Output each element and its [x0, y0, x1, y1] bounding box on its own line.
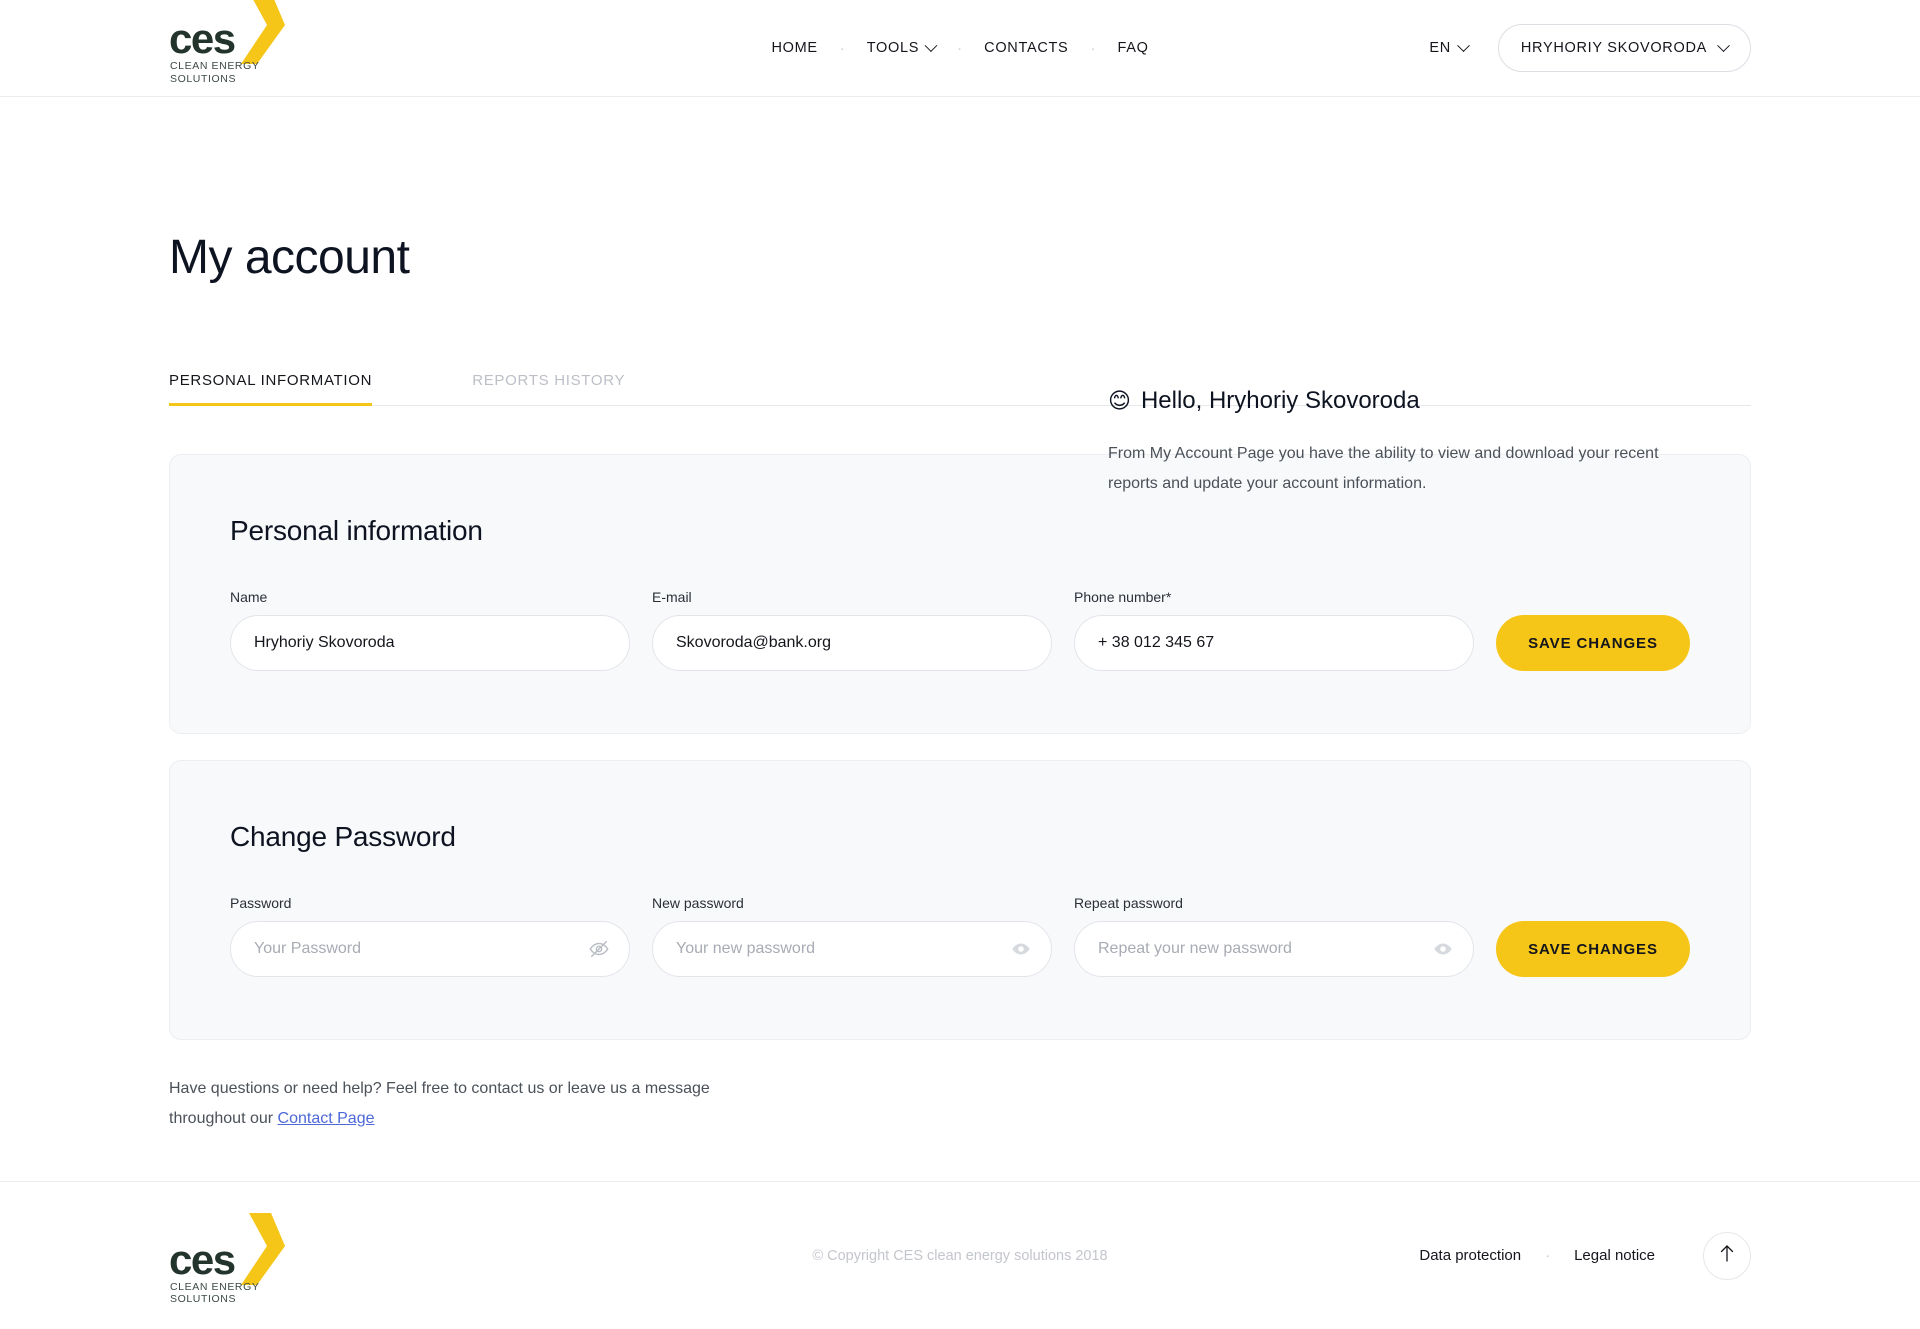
nav-separator: · — [839, 39, 845, 57]
tab-personal-information[interactable]: PERSONAL INFORMATION — [169, 372, 373, 406]
greeting-text: Hello, Hryhoriy Skovoroda — [1140, 387, 1420, 414]
footer-logo-tagline-line2: SOLUTIONS — [170, 1293, 237, 1305]
logo-wordmark: ces — [169, 15, 236, 62]
nav-item-faq-label: FAQ — [1117, 40, 1149, 56]
scroll-to-top-button[interactable] — [1703, 1231, 1751, 1280]
language-selector-label: EN — [1429, 40, 1451, 56]
nav-item-tools-label: TOOLS — [866, 40, 920, 56]
change-password-title: Change Password — [230, 821, 456, 852]
footer-logo-tagline-line1: CLEAN ENERGY — [170, 1280, 260, 1293]
page-title: My account — [169, 231, 410, 284]
phone-field-group: Phone number* — [1074, 589, 1474, 671]
repeat-password-label: Repeat password — [1074, 895, 1183, 911]
footer-link-data-protection[interactable]: Data protection — [1419, 1247, 1521, 1264]
email-field-label: E-mail — [652, 589, 692, 605]
greeting-heading: 😊 Hello, Hryhoriy Skovoroda — [1108, 385, 1708, 417]
repeat-password-field-group: Repeat password — [1074, 895, 1474, 977]
chevron-down-icon — [1457, 38, 1470, 52]
logo-tagline-line2: SOLUTIONS — [170, 72, 237, 85]
nav-item-tools[interactable]: TOOLS — [851, 38, 951, 56]
personal-information-title: Personal information — [230, 515, 483, 546]
user-menu-button[interactable]: HRYHORIY SKOVORODA — [1497, 24, 1751, 72]
page-root: ces CLEAN ENERGY SOLUTIONS HOME · TOOLS — [0, 0, 1920, 1329]
name-field-group: Name — [230, 589, 630, 671]
logo-chevron-icon — [241, 0, 287, 69]
footer-logo-tagline: CLEAN ENERGY SOLUTIONS — [170, 1281, 259, 1306]
current-password-input[interactable] — [230, 921, 630, 977]
logo-tagline-line1: CLEAN ENERGY — [170, 60, 260, 72]
new-password-input-wrap — [652, 921, 1052, 977]
phone-input-wrap — [1074, 615, 1474, 671]
nav-item-home[interactable]: HOME — [755, 40, 833, 56]
nav-item-faq[interactable]: FAQ — [1101, 40, 1164, 56]
save-changes-password-button[interactable]: SAVE CHANGES — [1496, 921, 1690, 977]
main-content: My account 😊 Hello, Hryhoriy Skovoroda F… — [0, 230, 1920, 1134]
eye-off-icon[interactable] — [588, 938, 610, 960]
current-password-label: Password — [230, 895, 292, 911]
tab-reports-history[interactable]: REPORTS HISTORY — [472, 372, 625, 405]
user-menu-label: HRYHORIY SKOVORODA — [1520, 40, 1707, 56]
contact-page-link[interactable]: Contact Page — [278, 1110, 375, 1127]
new-password-label: New password — [652, 895, 744, 911]
header-actions: EN HRYHORIY SKOVORODA — [1429, 24, 1751, 72]
main-navigation: HOME · TOOLS · CONTACTS · FAQ — [755, 38, 1164, 57]
footer-logo-chevron-icon — [241, 1212, 287, 1290]
change-password-fields: Password New password — [230, 895, 1690, 977]
save-changes-personal-button[interactable]: SAVE CHANGES — [1496, 615, 1690, 671]
phone-input[interactable] — [1074, 615, 1474, 671]
email-input-wrap — [652, 615, 1052, 671]
repeat-password-input-wrap — [1074, 921, 1474, 977]
email-input[interactable] — [652, 615, 1052, 671]
eye-icon[interactable] — [1432, 938, 1454, 960]
repeat-password-input[interactable] — [1074, 921, 1474, 977]
footer-links: Data protection · Legal notice — [1419, 1231, 1751, 1280]
language-selector[interactable]: EN — [1429, 38, 1470, 56]
logo-tagline: CLEAN ENERGY SOLUTIONS — [170, 60, 259, 85]
footer-logo-wordmark: ces — [169, 1235, 236, 1283]
chevron-down-icon — [1717, 38, 1730, 52]
arrow-up-icon — [1719, 1244, 1735, 1267]
nav-item-home-label: HOME — [771, 40, 818, 56]
footer-link-legal-notice[interactable]: Legal notice — [1574, 1247, 1655, 1264]
nav-item-contacts-label: CONTACTS — [984, 40, 1069, 56]
name-input-wrap — [230, 615, 630, 671]
change-password-card: Change Password Password Your Password N… — [169, 760, 1751, 1040]
site-footer: ces CLEAN ENERGY SOLUTIONS © Copyright C… — [0, 1181, 1920, 1329]
tab-personal-information-label: PERSONAL INFORMATION — [169, 372, 373, 389]
new-password-input[interactable] — [652, 921, 1052, 977]
name-input[interactable] — [230, 615, 630, 671]
chevron-down-icon — [924, 38, 938, 52]
greeting-block: 😊 Hello, Hryhoriy Skovoroda From My Acco… — [1108, 385, 1708, 499]
nav-separator: · — [957, 39, 963, 57]
current-password-input-wrap — [230, 921, 630, 977]
header-logo[interactable]: ces CLEAN ENERGY SOLUTIONS — [169, 0, 289, 85]
new-password-field-group: New password — [652, 895, 1052, 977]
eye-icon[interactable] — [1010, 938, 1032, 960]
email-field-group: E-mail — [652, 589, 1052, 671]
site-header: ces CLEAN ENERGY SOLUTIONS HOME · TOOLS — [0, 0, 1920, 97]
footer-logo[interactable]: ces CLEAN ENERGY SOLUTIONS — [169, 1212, 287, 1305]
nav-separator: · — [1090, 39, 1096, 57]
phone-field-label: Phone number* — [1074, 589, 1172, 605]
help-text-body: Have questions or need help? Feel free t… — [169, 1080, 710, 1127]
current-password-field-group: Password — [230, 895, 630, 977]
smiling-face-icon: 😊 — [1108, 388, 1131, 413]
nav-item-contacts[interactable]: CONTACTS — [968, 40, 1084, 56]
help-text: Have questions or need help? Feel free t… — [169, 1074, 789, 1134]
tab-reports-history-label: REPORTS HISTORY — [472, 372, 626, 389]
name-field-label: Name — [230, 589, 268, 605]
footer-separator: · — [1545, 1247, 1551, 1264]
personal-information-fields: Name E-mail Phone number* — [230, 589, 1690, 671]
copyright-text: © Copyright CES clean energy solutions 2… — [812, 1247, 1108, 1264]
greeting-description: From My Account Page you have the abilit… — [1108, 445, 1659, 492]
